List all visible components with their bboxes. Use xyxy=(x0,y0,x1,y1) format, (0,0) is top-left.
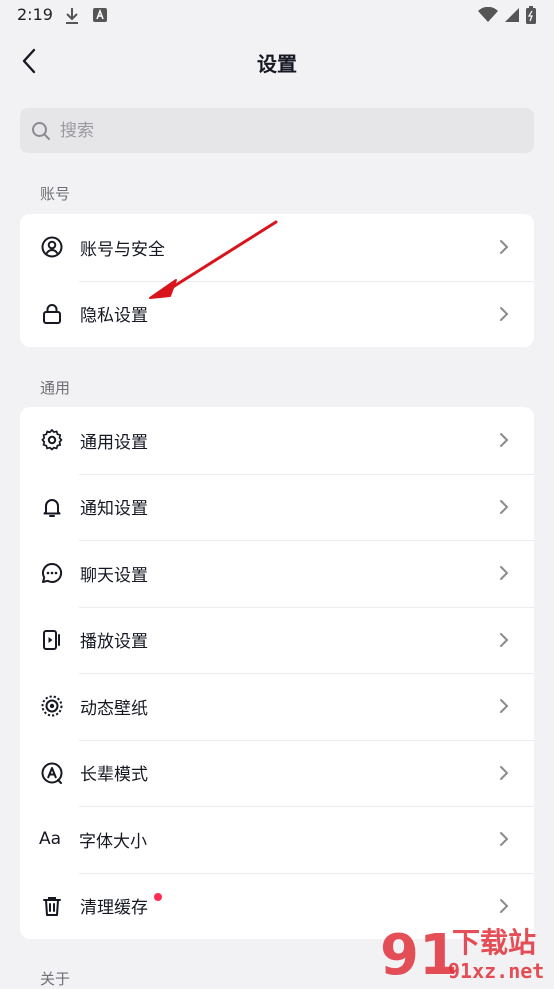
search-icon xyxy=(30,120,52,142)
chevron-right-icon xyxy=(496,632,512,648)
settings-row-general[interactable]: 通用设置 xyxy=(20,407,534,474)
row-label: 聊天设置 xyxy=(80,565,148,586)
section-label-general: 通用 xyxy=(40,379,71,397)
chevron-right-icon xyxy=(496,765,512,781)
row-label: 长辈模式 xyxy=(80,765,148,786)
page-title: 设置 xyxy=(257,52,297,76)
chevron-right-icon xyxy=(496,499,512,515)
settings-row-chat[interactable]: 聊天设置 xyxy=(20,540,534,607)
elder-mode-icon xyxy=(40,761,64,785)
row-label: 隐私设置 xyxy=(80,306,148,327)
status-bar: 2:19 xyxy=(0,0,554,32)
general-card: 通用设置 通知设置 聊天设置 播放设置 动态壁纸 长辈模式 Aa 字体大小 清理… xyxy=(20,407,534,939)
row-label: 动态壁纸 xyxy=(80,698,148,719)
settings-row-elder-mode[interactable]: 长辈模式 xyxy=(20,739,534,807)
bell-icon xyxy=(40,495,64,519)
account-card: 账号与安全 隐私设置 xyxy=(20,214,534,347)
row-label: 播放设置 xyxy=(80,632,148,653)
section-label-account: 账号 xyxy=(40,185,71,203)
settings-row-font-size[interactable]: Aa 字体大小 xyxy=(20,806,534,873)
watermark-text-en: 91xz.net xyxy=(448,959,544,982)
search-input[interactable] xyxy=(58,119,502,142)
trash-icon xyxy=(40,894,64,918)
user-circle-icon xyxy=(40,235,64,259)
row-label: 通知设置 xyxy=(80,499,148,520)
battery-icon xyxy=(526,6,536,28)
row-label: 清理缓存 xyxy=(80,898,148,919)
chevron-right-icon xyxy=(496,565,512,581)
settings-row-notification[interactable]: 通知设置 xyxy=(20,473,534,541)
app-notification-icon xyxy=(92,7,108,29)
status-time: 2:19 xyxy=(17,5,53,24)
search-bar[interactable] xyxy=(20,108,534,153)
svg-text:91: 91 xyxy=(380,923,458,982)
play-icon xyxy=(40,628,64,652)
lock-icon xyxy=(40,302,64,326)
watermark-text-cn: 下载站 xyxy=(452,926,536,959)
signal-icon xyxy=(504,7,520,27)
chevron-right-icon xyxy=(496,898,512,914)
settings-row-account-security[interactable]: 账号与安全 xyxy=(20,214,534,281)
settings-row-live-wallpaper[interactable]: 动态壁纸 xyxy=(20,673,534,740)
chat-bubble-icon xyxy=(40,561,64,585)
section-label-about: 关于 xyxy=(40,970,71,988)
wallpaper-icon xyxy=(40,694,64,718)
chevron-right-icon xyxy=(496,831,512,847)
row-label: 字体大小 xyxy=(79,831,147,852)
gear-icon xyxy=(40,428,64,452)
wifi-icon xyxy=(478,6,498,27)
row-label: 通用设置 xyxy=(80,432,148,453)
chevron-right-icon xyxy=(496,239,512,255)
new-badge-dot xyxy=(154,892,162,901)
top-nav: 设置 xyxy=(0,34,554,90)
font-size-icon: Aa xyxy=(39,829,62,850)
download-icon xyxy=(64,7,80,29)
chevron-right-icon xyxy=(496,432,512,448)
row-label: 账号与安全 xyxy=(80,239,165,260)
settings-row-privacy[interactable]: 隐私设置 xyxy=(20,280,534,348)
chevron-right-icon xyxy=(496,698,512,714)
settings-row-playback[interactable]: 播放设置 xyxy=(20,606,534,674)
watermark-logo: 91 下载站 91xz.net xyxy=(378,920,550,988)
chevron-right-icon xyxy=(496,306,512,322)
